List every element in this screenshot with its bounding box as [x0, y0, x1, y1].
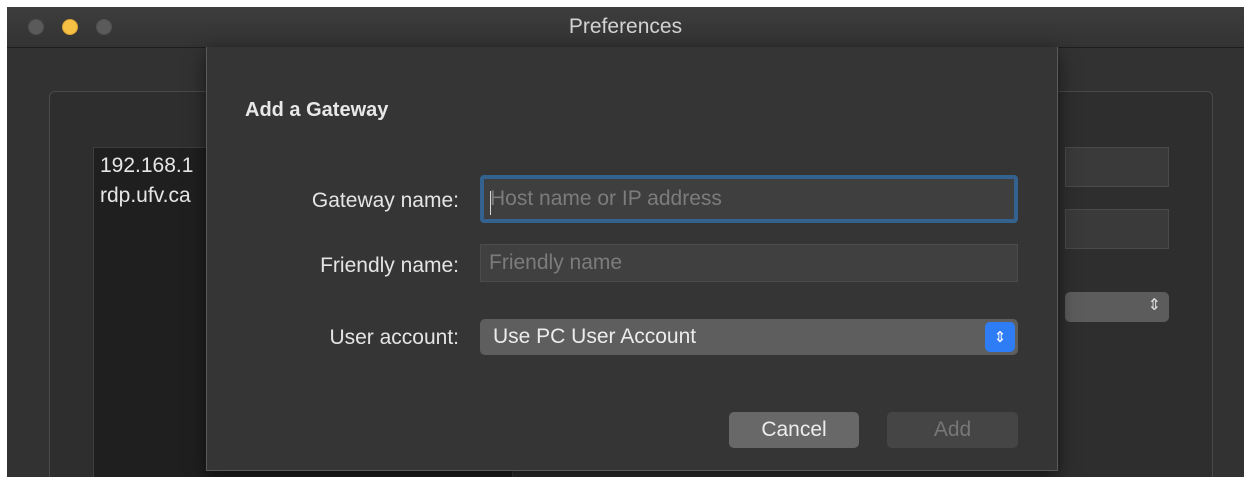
text-cursor: [490, 191, 491, 215]
window-title: Preferences: [568, 15, 683, 38]
friendly-name-input[interactable]: [480, 244, 1018, 282]
user-account-selected: Use PC User Account: [493, 325, 697, 348]
background-text-field[interactable]: [1065, 147, 1169, 187]
add-button[interactable]: Add: [887, 412, 1018, 448]
friendly-name-label: Friendly name:: [320, 254, 459, 277]
title-bar: Preferences: [7, 7, 1244, 48]
gateway-name-input[interactable]: [480, 175, 1018, 223]
cancel-button[interactable]: Cancel: [729, 412, 859, 448]
user-account-popup[interactable]: Use PC User Account ⇕: [480, 319, 1018, 355]
add-gateway-sheet: Add a Gateway Gateway name: Friendly nam…: [206, 47, 1058, 471]
gateway-list-item[interactable]: rdp.ufv.ca: [100, 184, 191, 208]
user-account-label: User account:: [329, 326, 459, 349]
background-popup-button[interactable]: ⇕: [1065, 292, 1169, 322]
chevron-up-down-icon: ⇕: [985, 322, 1015, 352]
dialog-title: Add a Gateway: [245, 99, 389, 121]
gateway-list-item[interactable]: 192.168.1: [100, 154, 193, 178]
chevron-up-down-icon: ⇕: [1147, 295, 1161, 314]
gateway-name-label: Gateway name:: [311, 189, 459, 212]
preferences-window: Preferences 192.168.1 rdp.ufv.ca ⇕ Add a…: [7, 7, 1244, 477]
background-text-field[interactable]: [1065, 209, 1169, 249]
